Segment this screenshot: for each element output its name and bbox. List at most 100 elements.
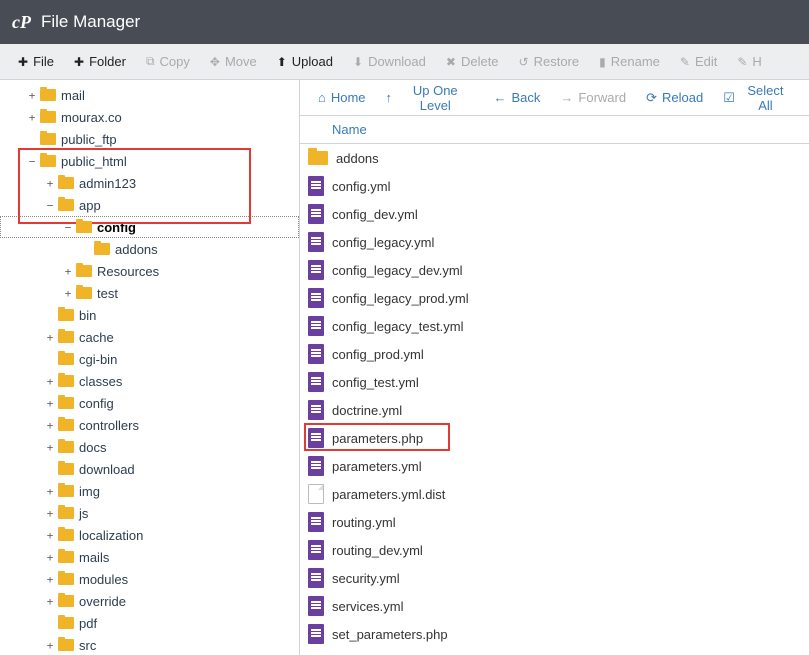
tree-node[interactable]: cgi-bin bbox=[0, 348, 299, 370]
tree-toggle-icon[interactable]: + bbox=[44, 397, 56, 410]
file-list[interactable]: addonsconfig.ymlconfig_dev.ymlconfig_leg… bbox=[300, 144, 809, 655]
tree-node[interactable]: +classes bbox=[0, 370, 299, 392]
tree-node[interactable]: +mails bbox=[0, 546, 299, 568]
tree-node[interactable]: +admin123 bbox=[0, 172, 299, 194]
tree-toggle-icon[interactable]: + bbox=[26, 111, 38, 124]
select-all-button[interactable]: ☑Select All bbox=[713, 80, 801, 119]
file-name-label: config_prod.yml bbox=[332, 347, 424, 362]
tree-node[interactable]: +mourax.co bbox=[0, 106, 299, 128]
tree-node[interactable]: +img bbox=[0, 480, 299, 502]
name-column-header[interactable]: Name bbox=[332, 122, 367, 137]
tree-toggle-icon[interactable]: + bbox=[44, 331, 56, 344]
tree-toggle-icon[interactable]: + bbox=[44, 573, 56, 586]
file-row[interactable]: config_test.yml bbox=[300, 368, 809, 396]
new-folder-button[interactable]: ✚Folder bbox=[64, 48, 136, 75]
folder-icon bbox=[58, 595, 74, 607]
folder-icon bbox=[58, 463, 74, 475]
tree-toggle-icon[interactable]: + bbox=[26, 89, 38, 102]
tree-node[interactable]: +src bbox=[0, 634, 299, 655]
file-name-label: addons bbox=[336, 151, 379, 166]
tree-node[interactable]: −app bbox=[0, 194, 299, 216]
tree-toggle-icon[interactable]: + bbox=[44, 595, 56, 608]
tree-toggle-icon[interactable]: + bbox=[44, 529, 56, 542]
tree-node-label: test bbox=[97, 286, 118, 301]
tree-toggle-icon[interactable]: + bbox=[44, 551, 56, 564]
tree-node-label: Resources bbox=[97, 264, 159, 279]
column-header-row: Name bbox=[300, 116, 809, 144]
edit-button[interactable]: ✎Edit bbox=[670, 48, 727, 75]
file-row[interactable]: parameters.yml bbox=[300, 452, 809, 480]
file-row[interactable]: security.yml bbox=[300, 564, 809, 592]
file-row[interactable]: doctrine.yml bbox=[300, 396, 809, 424]
edit-icon: ✎ bbox=[680, 55, 690, 69]
tree-node[interactable]: +modules bbox=[0, 568, 299, 590]
tree-node[interactable]: download bbox=[0, 458, 299, 480]
tree-node[interactable]: +controllers bbox=[0, 414, 299, 436]
home-button[interactable]: ⌂Home bbox=[308, 84, 376, 111]
tree-node[interactable]: public_ftp bbox=[0, 128, 299, 150]
file-row[interactable]: config_dev.yml bbox=[300, 200, 809, 228]
move-button[interactable]: ✥Move bbox=[200, 48, 267, 75]
tree-toggle-icon[interactable]: − bbox=[44, 199, 56, 212]
tree-node[interactable]: +override bbox=[0, 590, 299, 612]
tree-node[interactable]: + test bbox=[0, 282, 299, 304]
forward-button[interactable]: →Forward bbox=[550, 84, 636, 111]
tree-toggle-icon[interactable]: + bbox=[44, 639, 56, 652]
folder-icon bbox=[40, 155, 56, 167]
reload-button[interactable]: ⟳Reload bbox=[636, 84, 713, 112]
tree-toggle-icon[interactable]: + bbox=[44, 375, 56, 388]
tree-toggle-icon[interactable]: + bbox=[44, 485, 56, 498]
file-row[interactable]: routing_dev.yml bbox=[300, 536, 809, 564]
folder-tree-sidebar[interactable]: +mail+mourax.copublic_ftp−public_html+ad… bbox=[0, 80, 300, 655]
file-row[interactable]: parameters.yml.dist bbox=[300, 480, 809, 508]
file-row[interactable]: config_legacy_dev.yml bbox=[300, 256, 809, 284]
up-one-level-button[interactable]: ↑Up One Level bbox=[376, 80, 484, 119]
tree-toggle-icon[interactable]: − bbox=[26, 155, 38, 168]
file-row[interactable]: addons bbox=[300, 144, 809, 172]
tree-toggle-icon[interactable]: + bbox=[62, 265, 74, 278]
tree-node-label: cache bbox=[79, 330, 114, 345]
tree-node[interactable]: +docs bbox=[0, 436, 299, 458]
folder-icon bbox=[76, 265, 92, 277]
tree-toggle-icon[interactable]: + bbox=[44, 441, 56, 454]
file-row[interactable]: config.yml bbox=[300, 172, 809, 200]
file-row[interactable]: config_legacy_prod.yml bbox=[300, 284, 809, 312]
restore-button[interactable]: ↺Restore bbox=[509, 48, 590, 75]
tree-toggle-icon[interactable]: + bbox=[44, 419, 56, 432]
file-icon bbox=[308, 484, 324, 504]
tree-node[interactable]: −public_html bbox=[0, 150, 299, 172]
tree-node[interactable]: +mail bbox=[0, 84, 299, 106]
file-row[interactable]: config_legacy_test.yml bbox=[300, 312, 809, 340]
copy-button[interactable]: ⧉Copy bbox=[136, 48, 200, 75]
back-button[interactable]: ←Back bbox=[484, 84, 551, 111]
tree-toggle-icon[interactable]: + bbox=[44, 507, 56, 520]
html-editor-button[interactable]: ✎H bbox=[727, 48, 771, 75]
file-row[interactable]: set_parameters.php bbox=[300, 620, 809, 648]
tree-node[interactable]: −config bbox=[0, 216, 299, 238]
upload-button[interactable]: ⬆Upload bbox=[267, 48, 343, 75]
tree-node[interactable]: +js bbox=[0, 502, 299, 524]
tree-node[interactable]: pdf bbox=[0, 612, 299, 634]
tree-toggle-icon[interactable]: + bbox=[44, 177, 56, 190]
tree-node[interactable]: addons bbox=[0, 238, 299, 260]
file-row[interactable]: routing.yml bbox=[300, 508, 809, 536]
file-row[interactable]: parameters.php bbox=[300, 424, 809, 452]
file-row[interactable]: config_legacy.yml bbox=[300, 228, 809, 256]
download-button[interactable]: ⬇Download bbox=[343, 48, 436, 75]
delete-button[interactable]: ✖Delete bbox=[436, 48, 509, 75]
file-row[interactable]: config_prod.yml bbox=[300, 340, 809, 368]
file-icon bbox=[308, 624, 324, 644]
folder-icon bbox=[58, 353, 74, 365]
tree-node-label: pdf bbox=[79, 616, 97, 631]
tree-node[interactable]: +config bbox=[0, 392, 299, 414]
file-name-label: config_test.yml bbox=[332, 375, 419, 390]
tree-node[interactable]: +localization bbox=[0, 524, 299, 546]
file-row[interactable]: services.yml bbox=[300, 592, 809, 620]
tree-node[interactable]: bin bbox=[0, 304, 299, 326]
rename-button[interactable]: ▮Rename bbox=[589, 48, 670, 75]
tree-node[interactable]: + Resources bbox=[0, 260, 299, 282]
tree-toggle-icon[interactable]: − bbox=[62, 221, 74, 234]
tree-node[interactable]: + cache bbox=[0, 326, 299, 348]
tree-toggle-icon[interactable]: + bbox=[62, 287, 74, 300]
new-file-button[interactable]: ✚File bbox=[8, 48, 64, 75]
